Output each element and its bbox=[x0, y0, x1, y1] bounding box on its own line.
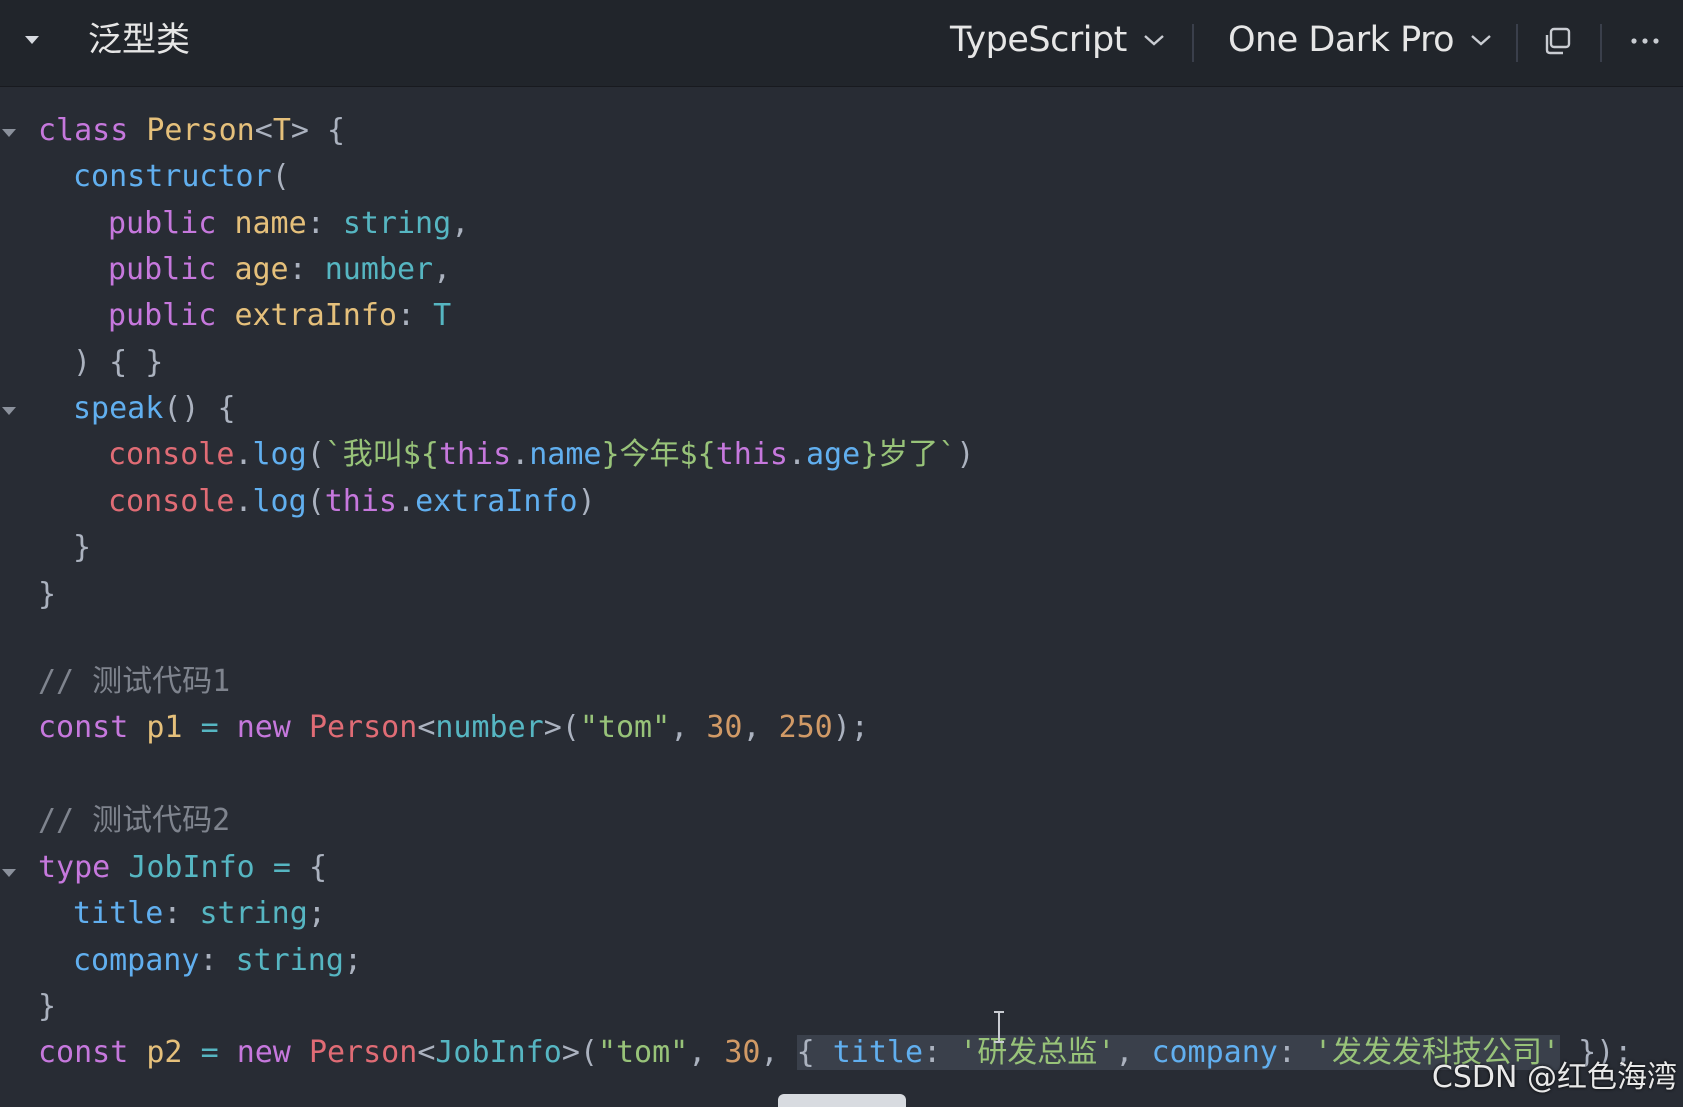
code-comment: // 测试代码1 bbox=[38, 664, 231, 699]
horizontal-scrollbar[interactable] bbox=[778, 1094, 906, 1107]
code-line: company: string; bbox=[73, 943, 362, 978]
code-line: public age: number, bbox=[108, 252, 452, 287]
snippet-title: 泛型类 bbox=[88, 20, 190, 60]
code-line: class Person<T> { bbox=[38, 113, 346, 148]
code-line: } bbox=[73, 530, 92, 565]
code-line: console.log(this.extraInfo) bbox=[108, 484, 596, 519]
code-line: } bbox=[38, 577, 57, 612]
code-line: type JobInfo = { bbox=[38, 850, 327, 885]
toolbar-divider bbox=[1600, 24, 1602, 62]
theme-dropdown[interactable]: One Dark Pro bbox=[1228, 18, 1492, 62]
theme-label: One Dark Pro bbox=[1228, 20, 1455, 60]
code-line: constructor( bbox=[73, 159, 290, 194]
snippet-toolbar: 泛型类 TypeScript One Dark Pro bbox=[0, 0, 1683, 87]
code-line: public name: string, bbox=[108, 206, 470, 241]
code-line: } bbox=[38, 989, 57, 1024]
fold-arrow-icon[interactable] bbox=[0, 127, 18, 139]
text-cursor-icon bbox=[994, 1011, 1004, 1043]
code-line: console.log(`我叫${this.name}今年${this.age}… bbox=[108, 437, 975, 472]
chevron-down-icon bbox=[1471, 35, 1491, 46]
code-comment: // 测试代码2 bbox=[38, 803, 231, 838]
fold-arrow-icon[interactable] bbox=[0, 405, 18, 417]
watermark: CSDN @红色海湾 bbox=[1431, 1060, 1677, 1095]
fold-arrow-icon[interactable] bbox=[0, 867, 18, 879]
code-editor[interactable]: class Person<T> { constructor( public na… bbox=[0, 87, 1683, 1102]
chevron-down-icon bbox=[1144, 35, 1164, 46]
code-line: const p2 = new Person<JobInfo>("tom", 30… bbox=[38, 1035, 1633, 1070]
code-line: ) { } bbox=[73, 345, 164, 380]
code-line: const p1 = new Person<number>("tom", 30,… bbox=[38, 710, 869, 745]
collapse-triangle-icon[interactable] bbox=[22, 30, 42, 50]
language-dropdown[interactable]: TypeScript bbox=[950, 18, 1165, 62]
toolbar-divider bbox=[1516, 24, 1518, 62]
toolbar-divider bbox=[1192, 24, 1194, 62]
code-line: speak() { bbox=[73, 391, 236, 426]
code-line: title: string; bbox=[73, 896, 326, 931]
code-line: public extraInfo: T bbox=[108, 298, 452, 333]
copy-icon[interactable] bbox=[1540, 24, 1574, 58]
language-label: TypeScript bbox=[950, 20, 1127, 60]
more-options-icon[interactable] bbox=[1628, 24, 1662, 58]
